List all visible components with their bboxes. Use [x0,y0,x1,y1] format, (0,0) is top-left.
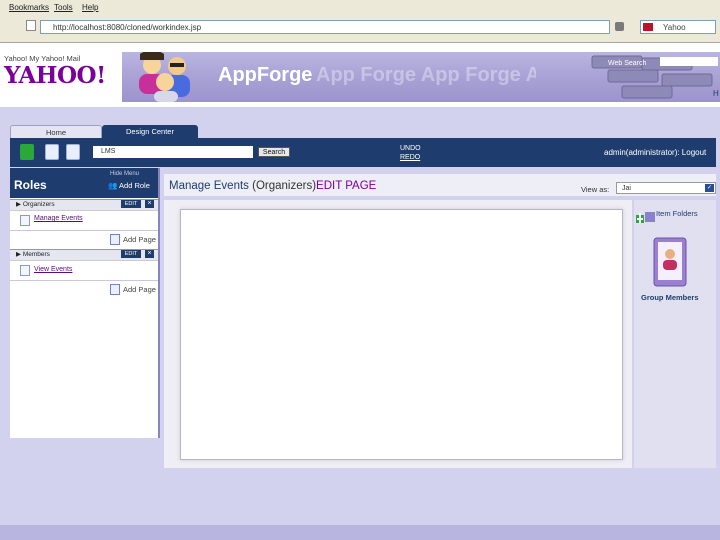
edit-button[interactable]: EDIT [121,250,141,258]
app-title-watermark: App Forge App Forge App [316,64,536,86]
group-name: Members [22,251,50,258]
go-icon[interactable] [615,22,624,31]
app-title: AppForge [218,64,313,86]
page-title-name: Manage Events [169,180,249,192]
preview-icon[interactable] [45,144,59,160]
add-role-label: Add Role [119,181,150,190]
undo-button[interactable]: UNDO [400,145,421,152]
help-link[interactable]: H [713,89,719,98]
add-page-button[interactable]: Add Page [123,235,156,244]
add-page-icon[interactable] [110,234,120,245]
page-link-manage-events[interactable]: Manage Events [34,215,83,222]
add-role-button[interactable]: 👥 Add Role [108,181,150,190]
add-page-button[interactable]: Add Page [123,285,156,294]
redo-button[interactable]: REDO [400,154,420,161]
add-page-icon[interactable] [110,284,120,295]
delete-group-button[interactable]: × [145,200,154,208]
group-name: Organizers [22,201,55,208]
yahoo-logo[interactable]: YAHOO! [4,62,106,89]
page-icon [26,20,36,31]
address-bar[interactable]: http://localhost:8080/cloned/workindex.j… [40,20,610,34]
user-logout-link[interactable]: admin(administrator): Logout [604,148,706,157]
application-select[interactable]: LMS [93,146,253,158]
document-icon[interactable] [66,144,80,160]
divider [10,280,158,281]
view-as-select[interactable]: Jai ✓ [616,182,716,194]
group-members-label[interactable]: Group Members [641,293,699,302]
page-icon [20,265,30,276]
divider [10,230,158,231]
edit-button[interactable]: EDIT [121,200,141,208]
page-title: Manage Events (Organizers)EDIT PAGE [169,180,376,192]
tab-home[interactable]: Home [10,125,102,139]
play-icon[interactable] [20,144,34,160]
group-members-folder-icon[interactable] [652,234,688,288]
tab-design-center[interactable]: Design Center [102,125,198,138]
page-title-mode: EDIT PAGE [316,180,377,192]
menu-help[interactable]: Help [82,3,98,12]
hide-menu-link[interactable]: Hide Menu [110,171,139,177]
roles-title: Roles [14,178,47,192]
web-search-label: Web Search [608,60,647,67]
view-as-value: Jai [622,185,631,192]
expand-icon[interactable]: ▶ [16,251,21,258]
expand-icon[interactable]: ▶ [16,201,21,208]
web-search-input[interactable] [660,57,718,66]
page-canvas[interactable] [180,209,623,460]
footer-band [0,525,720,540]
menu-bookmarks[interactable]: Bookmarks [9,3,49,12]
page-icon [20,215,30,226]
view-as-label: View as: [581,185,610,194]
page-title-group: (Organizers) [252,180,317,192]
delete-group-button[interactable]: × [145,250,154,258]
item-folders-icon[interactable] [636,210,656,223]
page-link-view-events[interactable]: View Events [34,266,72,273]
item-folders-label[interactable]: Item Folders [656,209,698,218]
chevron-down-icon[interactable]: ✓ [705,184,714,192]
yahoo-y-icon [643,23,653,31]
search-button[interactable]: Search [258,147,290,157]
menu-tools[interactable]: Tools [54,3,73,12]
